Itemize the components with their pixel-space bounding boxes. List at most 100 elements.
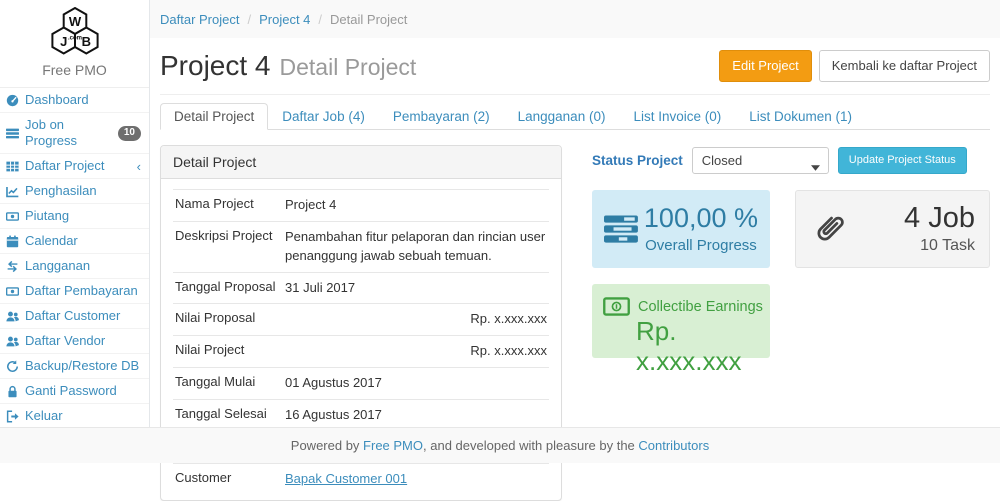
svg-text:W: W	[68, 14, 81, 29]
sidebar-item-label: Calendar	[25, 233, 78, 249]
tab-list-invoice-0[interactable]: List Invoice (0)	[619, 103, 735, 130]
earnings-caption: Collectibe Earnings	[638, 299, 763, 315]
sidebar: W J B .com Free PMO DashboardJob on Prog…	[0, 0, 150, 430]
sidebar-item-label: Penghasilan	[25, 183, 97, 199]
count-badge: 10	[118, 126, 141, 141]
task-count-caption: 10 Task	[904, 237, 975, 255]
sidebar-item-label: Backup/Restore DB	[25, 358, 139, 374]
sidebar-item-label: Daftar Customer	[25, 308, 120, 324]
detail-value: Project 4	[285, 196, 547, 215]
status-select[interactable]: Closed	[692, 147, 829, 174]
sidebar-item-keluar[interactable]: Keluar	[0, 404, 149, 429]
footer-text-middle: , and developed with pleasure by the	[423, 438, 638, 453]
detail-label: Tanggal Proposal	[175, 279, 285, 298]
brand-name: Free PMO	[0, 62, 149, 78]
chevron-left-icon: ‹	[137, 160, 141, 173]
refresh-icon	[6, 360, 19, 373]
users-icon	[6, 310, 19, 323]
detail-value: 01 Agustus 2017	[285, 374, 547, 393]
breadcrumb-item-daftar-project[interactable]: Daftar Project	[160, 12, 239, 27]
sidebar-item-daftar-customer[interactable]: Daftar Customer	[0, 304, 149, 329]
detail-row-nama-project: Nama ProjectProject 4	[173, 189, 549, 221]
panel-title: Detail Project	[161, 146, 561, 179]
sidebar-item-dashboard[interactable]: Dashboard	[0, 88, 149, 113]
page-footer: Powered by Free PMO, and developed with …	[0, 427, 1000, 463]
detail-value: Rp. x.xxx.xxx	[285, 310, 547, 329]
breadcrumb: Daftar Project/Project 4/Detail Project	[160, 0, 407, 38]
detail-row-tanggal-mulai: Tanggal Mulai01 Agustus 2017	[173, 367, 549, 399]
users-icon	[6, 335, 19, 348]
sidebar-item-backup-restore-db[interactable]: Backup/Restore DB	[0, 354, 149, 379]
detail-value: Rp. x.xxx.xxx	[285, 342, 547, 361]
dashboard-icon	[6, 94, 19, 107]
footer-link-contributors[interactable]: Contributors	[638, 438, 709, 453]
sidebar-item-daftar-pembayaran[interactable]: Daftar Pembayaran	[0, 279, 149, 304]
detail-label: Tanggal Mulai	[175, 374, 285, 393]
table-icon	[6, 160, 19, 173]
tab-bar: Detail ProjectDaftar Job (4)Pembayaran (…	[160, 103, 990, 130]
detail-row-nilai-proposal: Nilai ProposalRp. x.xxx.xxx	[173, 303, 549, 335]
sidebar-item-ganti-password[interactable]: Ganti Password	[0, 379, 149, 404]
detail-label: Nilai Proposal	[175, 310, 285, 329]
overall-progress-value: 100,00 %	[644, 204, 758, 234]
banknote-icon	[603, 297, 630, 316]
tab-langganan-0[interactable]: Langganan (0)	[504, 103, 620, 130]
job-count-box: 4 Job 10 Task	[795, 190, 990, 268]
page-subtitle: Detail Project	[280, 54, 417, 81]
svg-text:J: J	[60, 34, 67, 49]
sidebar-item-penghasilan[interactable]: Penghasilan	[0, 179, 149, 204]
sign-out-icon	[6, 410, 19, 423]
status-select-value: Closed	[702, 153, 742, 168]
detail-row-customer: CustomerBapak Customer 001	[173, 463, 549, 495]
tab-list-dokumen-1[interactable]: List Dokumen (1)	[735, 103, 866, 130]
detail-label: Deskripsi Project	[175, 228, 285, 266]
calendar-icon	[6, 235, 19, 248]
tab-detail-project[interactable]: Detail Project	[160, 103, 268, 130]
app-window: W J B .com Free PMO DashboardJob on Prog…	[0, 0, 1000, 478]
detail-value: 31 Juli 2017	[285, 279, 547, 298]
detail-label: Customer	[175, 470, 285, 489]
sidebar-item-label: Job on Progress	[25, 117, 118, 149]
svg-text:.com: .com	[67, 36, 81, 42]
sidebar-item-job-on-progress[interactable]: Job on Progress10	[0, 113, 149, 154]
sidebar-item-piutang[interactable]: Piutang	[0, 204, 149, 229]
breadcrumb-item-detail-project: Detail Project	[330, 12, 407, 27]
overall-progress-box: 100,00 % Overall Progress	[592, 190, 770, 268]
footer-text-prefix: Powered by	[291, 438, 363, 453]
tasks-icon	[604, 209, 638, 249]
footer-link-freepmo[interactable]: Free PMO	[363, 438, 423, 453]
breadcrumb-item-project-4[interactable]: Project 4	[259, 12, 310, 27]
sidebar-item-label: Langganan	[25, 258, 90, 274]
tasks-icon	[6, 127, 19, 140]
tab-pembayaran-2[interactable]: Pembayaran (2)	[379, 103, 504, 130]
customer-link[interactable]: Bapak Customer 001	[285, 471, 407, 486]
collectible-earnings-box: Collectibe Earnings Rp. x.xxx.xxx	[592, 284, 770, 358]
sidebar-item-calendar[interactable]: Calendar	[0, 229, 149, 254]
job-count-value: 4 Job	[904, 203, 975, 235]
sidebar-item-label: Daftar Project	[25, 158, 104, 174]
sidebar-item-label: Ganti Password	[25, 383, 117, 399]
detail-row-deskripsi-project: Deskripsi ProjectPenambahan fitur pelapo…	[173, 221, 549, 272]
brand-logo[interactable]: W J B .com Free PMO	[0, 0, 149, 78]
jwb-logo-icon: W J B .com	[38, 7, 112, 55]
tab-daftar-job-4[interactable]: Daftar Job (4)	[268, 103, 379, 130]
breadcrumb-separator: /	[310, 12, 330, 27]
detail-row-nilai-project: Nilai ProjectRp. x.xxx.xxx	[173, 335, 549, 367]
paperclip-icon	[810, 210, 848, 248]
caret-down-icon	[811, 159, 820, 165]
edit-project-button[interactable]: Edit Project	[719, 50, 811, 82]
sidebar-item-langganan[interactable]: Langganan	[0, 254, 149, 279]
status-project-bar: Status Project Closed Update Project Sta…	[592, 147, 967, 174]
sidebar-menu: DashboardJob on Progress10Daftar Project…	[0, 87, 149, 429]
sidebar-item-label: Piutang	[25, 208, 69, 224]
sidebar-item-label: Keluar	[25, 408, 63, 424]
line-chart-icon	[6, 185, 19, 198]
update-project-status-button[interactable]: Update Project Status	[838, 147, 967, 174]
sidebar-item-daftar-project[interactable]: Daftar Project ‹	[0, 154, 149, 179]
sidebar-item-daftar-vendor[interactable]: Daftar Vendor	[0, 329, 149, 354]
back-to-project-list-button[interactable]: Kembali ke daftar Project	[819, 50, 990, 82]
overall-progress-caption: Overall Progress	[645, 237, 757, 254]
detail-label: Tanggal Selesai	[175, 406, 285, 425]
detail-label: Nilai Project	[175, 342, 285, 361]
page-title: Project 4	[160, 50, 271, 82]
